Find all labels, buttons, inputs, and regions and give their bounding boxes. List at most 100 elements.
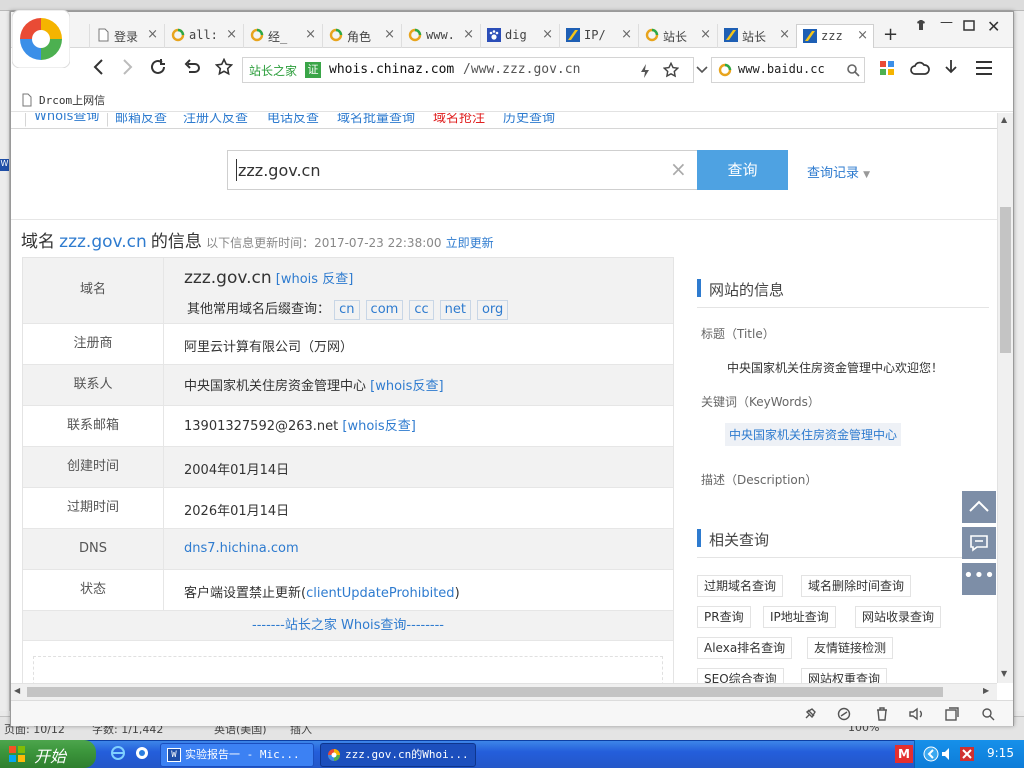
tab-2[interactable]: all: × bbox=[164, 24, 242, 48]
tab-4[interactable]: 角色 × bbox=[322, 24, 400, 48]
more-button[interactable]: ••• bbox=[962, 563, 996, 595]
browser-quicklaunch-icon[interactable] bbox=[134, 745, 150, 761]
domain-search-input[interactable]: zzz.gov.cn × bbox=[227, 150, 699, 190]
status-code-link[interactable]: clientUpdateProhibited bbox=[306, 586, 454, 601]
related-link[interactable]: PR查询 bbox=[697, 606, 751, 628]
close-icon[interactable]: × bbox=[621, 27, 632, 42]
tab-domain-snatch[interactable]: 域名抢注 bbox=[433, 113, 485, 126]
suffix-org[interactable]: org bbox=[476, 300, 509, 320]
shield-icon[interactable] bbox=[837, 707, 851, 721]
search-engine-input[interactable]: www.baidu.cc bbox=[738, 62, 840, 76]
update-now-link[interactable]: 立即更新 bbox=[446, 236, 494, 250]
scroll-right-arrow[interactable]: ▶ bbox=[983, 686, 989, 695]
cloud-icon[interactable] bbox=[910, 60, 930, 76]
horizontal-scroll-thumb[interactable] bbox=[27, 687, 943, 697]
scroll-down-arrow[interactable]: ▼ bbox=[1001, 669, 1007, 678]
related-link[interactable]: 域名删除时间查询 bbox=[801, 575, 912, 597]
feedback-button[interactable] bbox=[962, 527, 996, 559]
close-icon[interactable]: × bbox=[463, 27, 474, 42]
close-icon[interactable]: × bbox=[542, 27, 553, 42]
query-history-link[interactable]: 查询记录 ▼ bbox=[807, 162, 870, 181]
back-to-top-button[interactable] bbox=[962, 491, 996, 523]
tab-8[interactable]: 站长 × bbox=[638, 24, 716, 48]
zoom-icon[interactable] bbox=[981, 707, 995, 721]
lightning-icon[interactable] bbox=[639, 63, 651, 79]
window-icon[interactable] bbox=[945, 707, 959, 721]
search-icon[interactable] bbox=[846, 63, 860, 77]
certificate-badge[interactable]: 证 bbox=[305, 62, 321, 78]
tab-9[interactable]: 站长 × bbox=[717, 24, 795, 48]
chevron-down-icon[interactable] bbox=[695, 64, 709, 76]
taskbar-item-word[interactable]: W 实验报告一 - Mic... bbox=[160, 743, 314, 767]
download-icon[interactable] bbox=[943, 59, 959, 77]
dns-value[interactable]: dns7.hichina.com bbox=[184, 541, 299, 556]
close-icon[interactable]: × bbox=[305, 27, 316, 42]
suffix-cc[interactable]: cc bbox=[409, 300, 434, 320]
browser-logo-icon[interactable] bbox=[12, 10, 70, 68]
scroll-left-arrow[interactable]: ◀ bbox=[14, 686, 20, 695]
close-icon[interactable]: × bbox=[147, 27, 158, 42]
tab-10-active[interactable]: zzz × bbox=[796, 24, 874, 50]
contact-whois-link[interactable]: [whois反查] bbox=[370, 379, 443, 394]
bookmark-item[interactable]: Drcom上网信 bbox=[39, 92, 105, 108]
related-link[interactable]: 过期域名查询 bbox=[697, 575, 784, 597]
tab-phone-reverse[interactable]: 电话反查 bbox=[267, 113, 319, 126]
related-link[interactable]: 友情链接检测 bbox=[807, 637, 894, 659]
keywords-value[interactable]: 中央国家机关住房资金管理中心 bbox=[725, 423, 902, 446]
tab-registrant-reverse[interactable]: 注册人反查 bbox=[183, 113, 248, 126]
bookmark-star-icon[interactable] bbox=[663, 62, 679, 78]
tab-6[interactable]: dig × bbox=[480, 24, 558, 48]
favorite-star-icon[interactable] bbox=[215, 58, 233, 76]
close-icon[interactable]: × bbox=[700, 27, 711, 42]
whois-footer-link[interactable]: -------站长之家 Whois查询-------- bbox=[252, 618, 444, 633]
tab-1[interactable]: 登录 × bbox=[89, 24, 163, 48]
minimize-button[interactable]: — bbox=[940, 15, 953, 30]
vertical-scrollbar[interactable]: ▲ ▼ bbox=[997, 113, 1013, 683]
ie-icon[interactable] bbox=[110, 745, 126, 761]
tab-5[interactable]: www. × bbox=[401, 24, 479, 48]
trash-icon[interactable] bbox=[875, 707, 889, 721]
undo-icon[interactable] bbox=[183, 58, 201, 76]
menu-icon[interactable] bbox=[975, 60, 993, 76]
close-icon[interactable]: × bbox=[226, 27, 237, 42]
related-link[interactable]: IP地址查询 bbox=[763, 606, 836, 628]
tab-batch-query[interactable]: 域名批量查询 bbox=[337, 113, 415, 126]
tab-email-reverse[interactable]: 邮箱反查 bbox=[115, 113, 167, 126]
mail-tray-icon[interactable]: M bbox=[895, 745, 913, 763]
vertical-scroll-thumb[interactable] bbox=[1000, 207, 1011, 353]
scroll-up-arrow[interactable]: ▲ bbox=[1001, 115, 1007, 124]
related-link[interactable]: 网站权重查询 bbox=[801, 668, 888, 683]
horizontal-scrollbar[interactable]: ◀ ▶ bbox=[11, 683, 997, 700]
whois-reverse-link[interactable]: [whois 反查] bbox=[276, 272, 354, 287]
maximize-button[interactable] bbox=[963, 20, 975, 31]
suffix-net[interactable]: net bbox=[439, 300, 471, 320]
search-engine-box[interactable]: www.baidu.cc bbox=[711, 57, 865, 83]
pin-icon[interactable] bbox=[803, 707, 817, 721]
close-icon[interactable]: × bbox=[384, 27, 395, 42]
tab-whois-query[interactable]: Whois查询 bbox=[25, 113, 109, 127]
tab-7[interactable]: IP/× bbox=[559, 24, 637, 48]
address-bar[interactable]: 站长之家 证 whois.chinaz.com /www.zzz.gov.cn bbox=[242, 57, 694, 83]
start-button[interactable]: 开始 bbox=[0, 740, 96, 768]
forward-button[interactable] bbox=[119, 58, 135, 76]
suffix-cn[interactable]: cn bbox=[334, 300, 360, 320]
tab-history-query[interactable]: 历史查询 bbox=[503, 113, 555, 126]
email-whois-link[interactable]: [whois反查] bbox=[342, 419, 415, 434]
suffix-com[interactable]: com bbox=[365, 300, 404, 320]
clear-icon[interactable]: × bbox=[670, 157, 687, 181]
security-alert-icon[interactable] bbox=[959, 746, 975, 762]
network-icon[interactable] bbox=[923, 746, 939, 762]
related-link[interactable]: SEO综合查询 bbox=[697, 668, 784, 683]
close-icon[interactable]: × bbox=[857, 28, 868, 43]
related-link[interactable]: 网站收录查询 bbox=[855, 606, 942, 628]
apps-grid-icon[interactable] bbox=[879, 60, 895, 76]
taskbar-item-browser[interactable]: zzz.gov.cn的Whoi... bbox=[320, 743, 476, 767]
speaker-icon[interactable] bbox=[909, 707, 925, 721]
skin-icon[interactable] bbox=[915, 19, 927, 31]
close-window-button[interactable]: ✕ bbox=[987, 17, 1000, 36]
related-link[interactable]: Alexa排名查询 bbox=[697, 637, 793, 659]
query-button[interactable]: 查询 bbox=[697, 150, 788, 190]
back-button[interactable] bbox=[91, 58, 107, 76]
volume-icon[interactable] bbox=[941, 746, 955, 762]
tab-3[interactable]: 经_ × bbox=[243, 24, 321, 48]
